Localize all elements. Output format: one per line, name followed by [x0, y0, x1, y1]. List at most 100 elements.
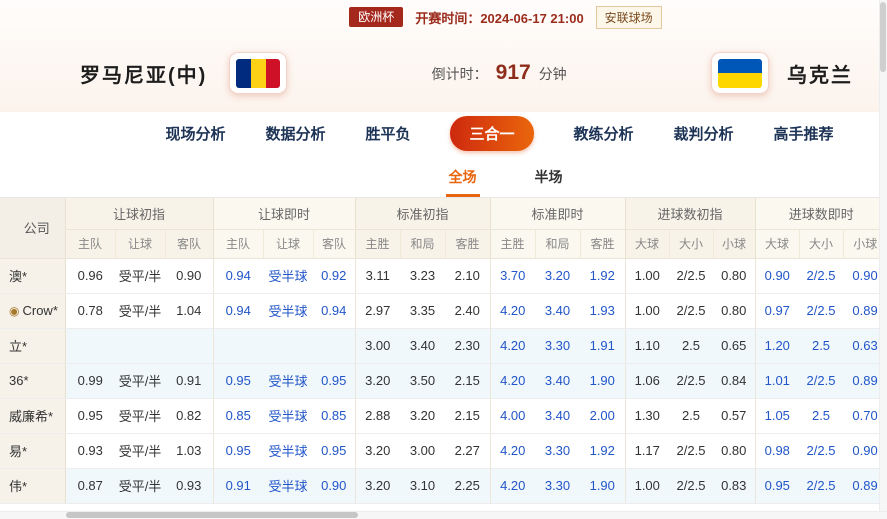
- odds-cell: 2.5: [669, 398, 713, 434]
- odds-cell: 受平/半: [115, 258, 165, 294]
- odds-cell: 1.01: [754, 363, 800, 399]
- odds-cell: 1.00: [624, 293, 669, 329]
- odds-cell: 0.96: [64, 258, 115, 294]
- odds-cell: 3.40: [535, 398, 580, 434]
- odds-cell: 受平/半: [115, 468, 165, 504]
- nav-tab-1[interactable]: 数据分析: [265, 123, 325, 144]
- odds-cell: 1.00: [624, 468, 669, 504]
- odds-cell: 0.92: [313, 258, 355, 294]
- odds-cell: 3.11: [354, 258, 400, 294]
- odds-cell: 1.04: [165, 293, 213, 329]
- odds-cell: 2.40: [445, 293, 490, 329]
- subtab-0[interactable]: 全场: [445, 167, 480, 197]
- odds-cell: 2/2.5: [669, 468, 713, 504]
- odds-cell: 3.20: [354, 363, 400, 399]
- match-info-bar: 欧洲杯 开赛时间：2024-06-17 21:00 安联球场: [62, 0, 887, 34]
- sub-header: 让球: [262, 229, 313, 259]
- odds-cell: 0.84: [713, 363, 756, 399]
- sub-header: 和局: [534, 229, 580, 259]
- odds-cell: 1.91: [580, 328, 625, 364]
- odds-cell: [64, 328, 115, 364]
- odds-cell: 0.90: [165, 258, 213, 294]
- odds-cell: 1.93: [580, 293, 625, 329]
- odds-cell: 2/2.5: [799, 258, 844, 294]
- flag-stripe: [718, 58, 762, 73]
- company-label: 立*: [9, 339, 28, 354]
- odds-cell: 4.20: [489, 468, 535, 504]
- match-header: 欧洲杯 开赛时间：2024-06-17 21:00 安联球场 罗马尼亚(中) 倒…: [0, 0, 887, 112]
- odds-cell: 3.40: [400, 328, 445, 364]
- odds-cell: 0.95: [212, 433, 263, 469]
- vertical-scrollbar[interactable]: [879, 0, 887, 519]
- flag-stripe: [236, 58, 251, 88]
- odds-cell: 1.05: [754, 398, 800, 434]
- nav-tab-4[interactable]: 教练分析: [574, 123, 634, 144]
- horizontal-scrollbar-thumb[interactable]: [66, 512, 358, 518]
- odds-cell: 4.20: [489, 293, 535, 329]
- league-badge: 欧洲杯: [349, 7, 404, 27]
- odds-cell: 3.70: [489, 258, 535, 294]
- odds-cell: 2.25: [445, 468, 490, 504]
- flag-stripe: [265, 58, 281, 88]
- teams-row: 罗马尼亚(中) 倒计时： 917 分钟 乌克兰: [0, 34, 887, 112]
- sub-header: 主队: [212, 229, 263, 259]
- odds-cell: 0.94: [212, 293, 263, 329]
- odds-cell: [165, 328, 213, 364]
- odds-cell: 2/2.5: [669, 433, 713, 469]
- odds-cell: 3.20: [354, 468, 400, 504]
- sub-header: 小球: [712, 229, 756, 259]
- company-label: 易*: [9, 444, 28, 459]
- ukraine-flag: [718, 58, 762, 88]
- company-label: 伟*: [9, 479, 28, 494]
- odds-cell: 0.95: [754, 468, 800, 504]
- company-name: 立*: [0, 328, 66, 364]
- odds-cell: 0.99: [64, 363, 115, 399]
- odds-cell: 3.40: [535, 293, 580, 329]
- odds-cell: 3.50: [400, 363, 445, 399]
- odds-cell: 2.5: [799, 328, 844, 364]
- table-row-6: 伟* 0.87 受平/半 0.93 0.91 受半球 0.90 3.20 3.10 2.25 4.2…: [0, 468, 887, 504]
- nav-tab-3[interactable]: 三合一: [450, 115, 534, 151]
- nav-tab-0[interactable]: 现场分析: [165, 123, 225, 144]
- sub-header: 主胜: [354, 229, 400, 259]
- odds-cell: 受平/半: [115, 433, 165, 469]
- odds-cell: [313, 328, 355, 364]
- odds-cell: 2/2.5: [799, 363, 844, 399]
- nav-tabs: 现场分析 数据分析 胜平负 三合一 教练分析 裁判分析 高手推荐: [56, 112, 887, 154]
- odds-cell: 2.10: [445, 258, 490, 294]
- sub-header: 主队: [64, 229, 115, 259]
- countdown: 倒计时： 917 分钟: [287, 61, 711, 85]
- horizontal-scrollbar[interactable]: [0, 511, 887, 519]
- nav-tab-2[interactable]: 胜平负: [365, 123, 410, 144]
- sub-header: 大球: [754, 229, 800, 259]
- odds-cell: [115, 328, 165, 364]
- odds-cell: 0.90: [754, 258, 800, 294]
- nav-tab-5[interactable]: 裁判分析: [674, 123, 734, 144]
- group-header-2: 标准初指: [354, 198, 490, 230]
- vertical-scrollbar-thumb[interactable]: [880, 2, 886, 72]
- odds-cell: 1.90: [580, 363, 625, 399]
- odds-cell: 0.87: [64, 468, 115, 504]
- odds-cell: 0.65: [713, 328, 756, 364]
- odds-cell: 0.90: [313, 468, 355, 504]
- odds-cell: 受半球: [263, 293, 313, 329]
- sub-header: 客队: [164, 229, 213, 259]
- odds-cell: 0.94: [212, 258, 263, 294]
- odds-cell: 0.85: [313, 398, 355, 434]
- odds-cell: 0.57: [713, 398, 756, 434]
- odds-cell: 受平/半: [115, 398, 165, 434]
- company-label: 36*: [9, 373, 29, 388]
- odds-cell: 1.06: [624, 363, 669, 399]
- odds-cell: 3.20: [354, 433, 400, 469]
- sub-header: 和局: [399, 229, 445, 259]
- subtab-1[interactable]: 半场: [532, 167, 566, 197]
- company-label: 威廉希*: [9, 409, 54, 424]
- sub-header: 让球: [114, 229, 165, 259]
- odds-cell: 0.93: [165, 468, 213, 504]
- odds-cell: 0.83: [713, 468, 756, 504]
- odds-cell: 0.91: [165, 363, 213, 399]
- nav-tab-6[interactable]: 高手推荐: [774, 123, 834, 144]
- odds-cell: 2/2.5: [669, 258, 713, 294]
- group-header-5: 进球数即时: [754, 198, 887, 230]
- group-header-1: 让球即时: [212, 198, 355, 230]
